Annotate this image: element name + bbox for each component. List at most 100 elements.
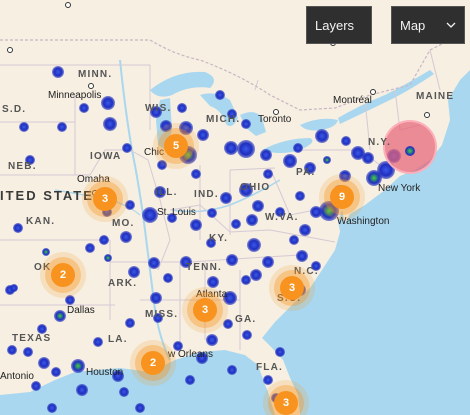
heat-spot [246, 214, 258, 226]
state-label-minn: MINN. [78, 69, 113, 80]
heat-spot [23, 347, 33, 357]
heat-spot [231, 219, 241, 229]
heat-spot [341, 136, 351, 146]
heat-spot [262, 256, 274, 268]
state-label-neb: NEB. [8, 161, 37, 172]
heat-spot [226, 254, 238, 266]
state-label-ga: GA. [235, 314, 257, 325]
heat-spot [263, 375, 273, 385]
heat-spot [54, 310, 66, 322]
cluster-marker-carolina[interactable]: 3 [280, 276, 304, 300]
chevron-down-icon [446, 22, 456, 28]
heat-spot [7, 345, 17, 355]
heat-spot [323, 156, 331, 164]
city-dot [88, 83, 94, 89]
city-dot [65, 2, 71, 8]
cluster-marker-chicago[interactable]: 5 [164, 134, 188, 158]
heat-spot [207, 208, 217, 218]
heat-spot [310, 206, 322, 218]
heat-spot [299, 224, 311, 236]
heat-spot [79, 103, 89, 113]
state-label-nc: N.C. [294, 266, 319, 277]
map-canvas[interactable]: MINN. S.D. NEB. KAN. OK TEXAS IOWA ILL. … [0, 0, 470, 415]
heat-spot [76, 384, 88, 396]
state-label-mo: MO. [112, 218, 135, 229]
state-label-ok: OK [34, 262, 52, 273]
heat-spot [142, 207, 158, 223]
heat-spot [65, 295, 75, 305]
heat-spot [125, 318, 135, 328]
heat-spot [295, 191, 305, 201]
cluster-marker-oklahoma[interactable]: 2 [51, 263, 75, 287]
heat-spot [293, 143, 303, 153]
state-label-ny: N.Y. [368, 137, 392, 148]
state-label-wis: WIS. [145, 103, 172, 114]
heat-spot [247, 238, 261, 252]
state-label-la: LA. [108, 334, 128, 345]
heat-spot [241, 275, 251, 285]
heat-spot [275, 347, 285, 357]
cluster-marker-atlanta[interactable]: 3 [193, 298, 217, 322]
map-type-select[interactable]: Map [391, 6, 465, 44]
heat-spot [405, 146, 415, 156]
cluster-marker-omaha[interactable]: 3 [93, 187, 117, 211]
city-label-washington: Washington [337, 216, 390, 227]
cluster-marker-new-orleans[interactable]: 2 [141, 351, 165, 375]
heat-spot [242, 330, 252, 340]
heat-spot [148, 257, 160, 269]
state-label-ind: IND. [194, 189, 219, 200]
state-label-fla: FLA. [256, 362, 284, 373]
heat-spot [122, 143, 132, 153]
state-label-pa: PA. [296, 167, 316, 178]
heat-spot [42, 248, 50, 256]
basemap [0, 0, 470, 415]
state-label-wva: W.VA. [265, 212, 299, 223]
city-label-omaha: Omaha [77, 174, 110, 185]
state-label-kan: KAN. [26, 216, 56, 227]
heat-spot [160, 120, 172, 132]
city-label-dallas: Dallas [67, 305, 95, 316]
heat-spot [13, 223, 23, 233]
heat-spot [52, 66, 64, 78]
heat-spot [190, 219, 202, 231]
cluster-marker-washington[interactable]: 9 [330, 185, 354, 209]
state-label-tenn: TENN. [186, 262, 222, 273]
heat-spot [119, 387, 129, 397]
heat-spot [223, 319, 233, 329]
heat-spot [362, 152, 374, 164]
city-dot [7, 47, 13, 53]
heat-spot [31, 381, 41, 391]
heat-spot [177, 103, 187, 113]
heat-spot [128, 266, 140, 278]
heat-spot [19, 122, 29, 132]
heat-spot [252, 200, 264, 212]
heat-spot [241, 119, 251, 129]
heat-spot [135, 403, 145, 413]
heat-spot [157, 160, 167, 170]
state-label-texas: TEXAS [12, 333, 52, 344]
city-label-new-york: New York [378, 183, 421, 194]
cluster-marker-florida[interactable]: 3 [274, 391, 298, 415]
heat-spot [51, 367, 61, 377]
heat-spot [150, 292, 162, 304]
state-label-mich: MICH. [206, 114, 241, 125]
heat-spot [93, 337, 103, 347]
heat-spot [99, 235, 109, 245]
heat-spot [104, 254, 112, 262]
city-label-st-louis: St. Louis [157, 207, 196, 218]
state-label-iowa: IOWA [90, 151, 122, 162]
heat-spot [237, 140, 255, 158]
heat-spot [296, 250, 308, 262]
state-label-maine: MAINE [416, 91, 455, 102]
heat-spot [224, 141, 238, 155]
country-label: ITED STATES [0, 188, 105, 203]
heat-spot [220, 192, 232, 204]
city-label-houston: Houston [86, 367, 124, 378]
heat-spot [10, 284, 18, 292]
layers-label: Layers [315, 17, 355, 33]
heat-spot [283, 154, 297, 168]
heat-spot [85, 243, 95, 253]
heat-spot [47, 403, 57, 413]
city-label-chicago: Chic [144, 147, 165, 158]
layers-button[interactable]: Layers [306, 6, 372, 44]
